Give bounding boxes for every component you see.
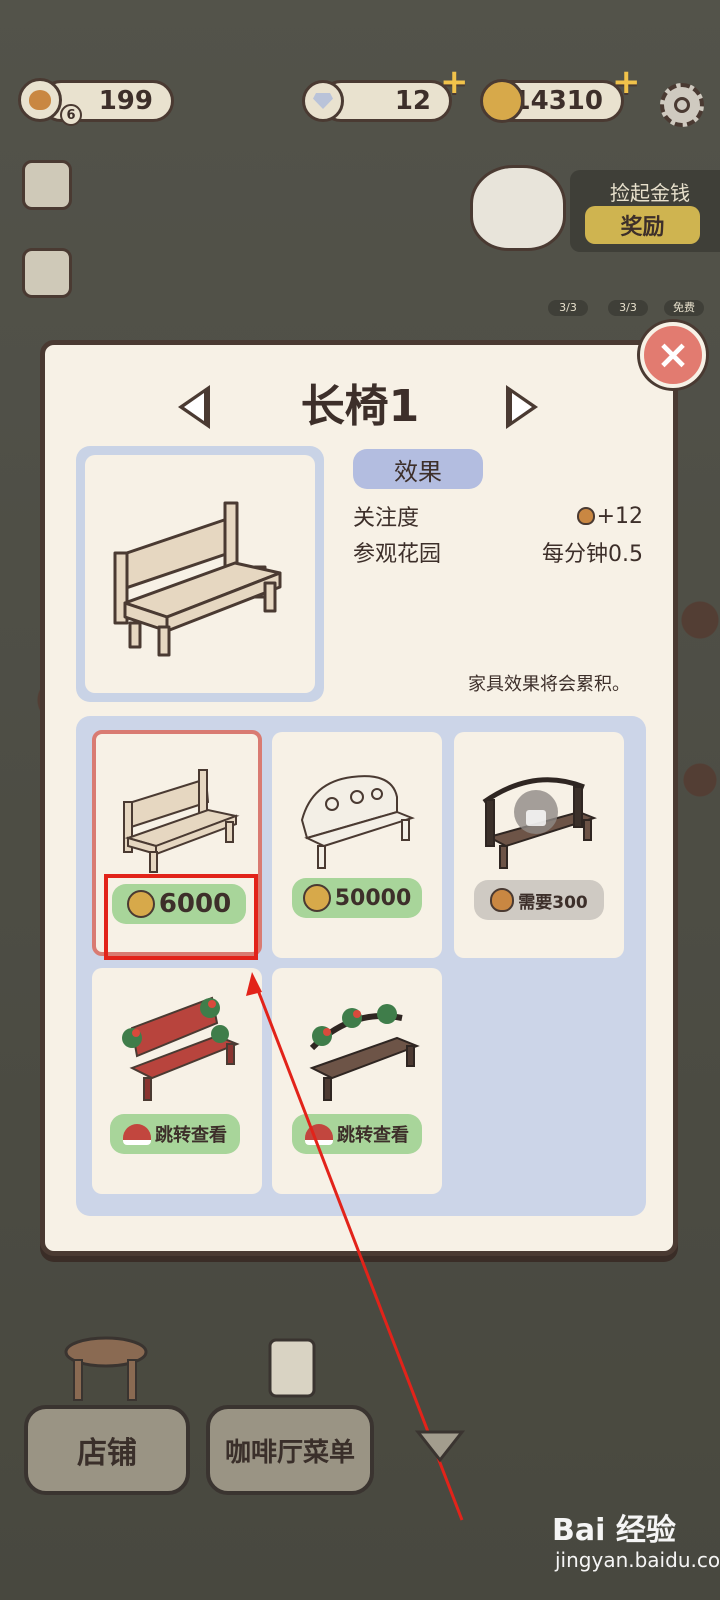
stool-icon xyxy=(64,1336,466,1463)
watermark-brand: Bai 经验 xyxy=(552,1513,676,1548)
watermark-url: jingyan.baidu.com xyxy=(555,1548,720,1572)
